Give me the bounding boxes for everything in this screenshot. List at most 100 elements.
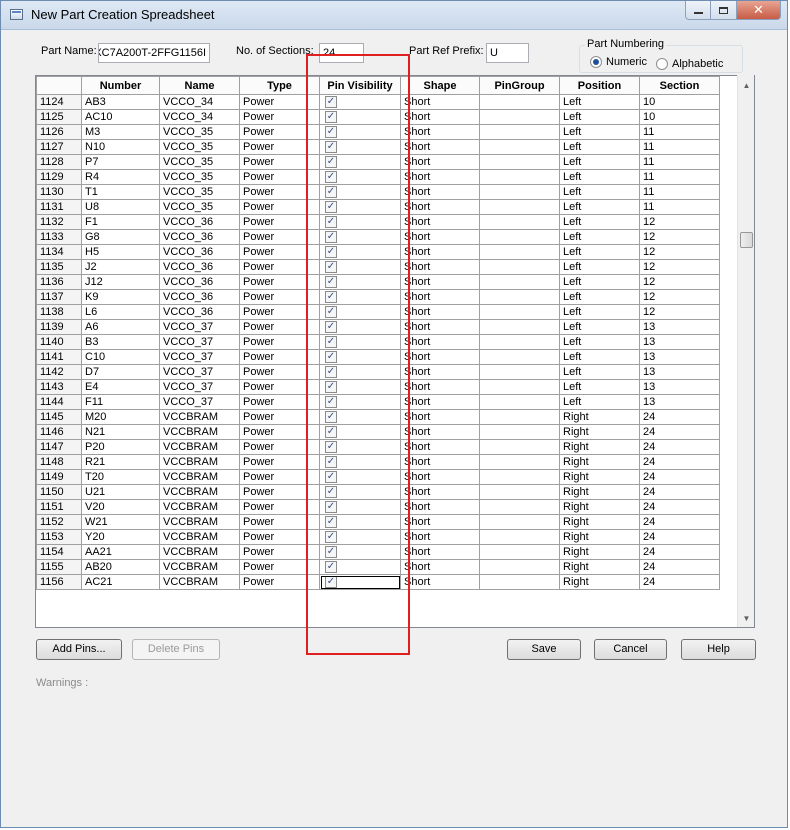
position-cell[interactable]: Left (559, 334, 640, 350)
pingroup-cell[interactable] (479, 499, 560, 515)
pingroup-cell[interactable] (479, 109, 560, 125)
prefix-input[interactable]: U (486, 43, 529, 63)
table-row[interactable]: 1127 N10 VCCO_35 Power ✓ Short Left 11 (36, 139, 720, 155)
shape-cell[interactable]: Short (400, 439, 480, 455)
type-cell[interactable]: Power (239, 304, 320, 320)
table-row[interactable]: 1137 K9 VCCO_36 Power ✓ Short Left 12 (36, 289, 720, 305)
position-cell[interactable]: Left (559, 94, 640, 110)
table-row[interactable]: 1154 AA21 VCCBRAM Power ✓ Short Right 24 (36, 544, 720, 560)
number-cell[interactable]: F1 (81, 214, 160, 230)
section-cell[interactable]: 13 (639, 364, 720, 380)
number-cell[interactable]: R4 (81, 169, 160, 185)
number-cell[interactable]: G8 (81, 229, 160, 245)
pingroup-cell[interactable] (479, 469, 560, 485)
number-cell[interactable]: AA21 (81, 544, 160, 560)
table-row[interactable]: 1141 C10 VCCO_37 Power ✓ Short Left 13 (36, 349, 720, 365)
section-cell[interactable]: 24 (639, 514, 720, 530)
section-cell[interactable]: 24 (639, 424, 720, 440)
number-cell[interactable]: U8 (81, 199, 160, 215)
table-row[interactable]: 1124 AB3 VCCO_34 Power ✓ Short Left 10 (36, 94, 720, 110)
sections-input[interactable]: 24 (319, 43, 364, 63)
section-cell[interactable]: 10 (639, 109, 720, 125)
table-row[interactable]: 1139 A6 VCCO_37 Power ✓ Short Left 13 (36, 319, 720, 335)
visibility-cell[interactable]: ✓ (319, 274, 401, 290)
visibility-cell[interactable]: ✓ (319, 364, 401, 380)
part-name-input[interactable]: XC7A200T-2FFG1156I (98, 43, 210, 63)
pingroup-cell[interactable] (479, 289, 560, 305)
name-cell[interactable]: VCCO_37 (159, 334, 240, 350)
section-cell[interactable]: 24 (639, 544, 720, 560)
col-header-pin-visibility[interactable]: Pin Visibility (319, 76, 401, 95)
table-row[interactable]: 1131 U8 VCCO_35 Power ✓ Short Left 11 (36, 199, 720, 215)
number-cell[interactable]: M3 (81, 124, 160, 140)
name-cell[interactable]: VCCO_37 (159, 364, 240, 380)
shape-cell[interactable]: Short (400, 169, 480, 185)
name-cell[interactable]: VCCO_34 (159, 109, 240, 125)
type-cell[interactable]: Power (239, 109, 320, 125)
number-cell[interactable]: N10 (81, 139, 160, 155)
name-cell[interactable]: VCCO_36 (159, 244, 240, 260)
pin-visible-checkbox[interactable]: ✓ (325, 531, 337, 544)
pin-visible-checkbox[interactable]: ✓ (325, 516, 337, 529)
section-cell[interactable]: 24 (639, 499, 720, 515)
pingroup-cell[interactable] (479, 244, 560, 260)
numeric-label[interactable]: Numeric (606, 56, 647, 68)
position-cell[interactable]: Left (559, 199, 640, 215)
shape-cell[interactable]: Short (400, 124, 480, 140)
type-cell[interactable]: Power (239, 424, 320, 440)
name-cell[interactable]: VCCBRAM (159, 514, 240, 530)
pingroup-cell[interactable] (479, 454, 560, 470)
name-cell[interactable]: VCCBRAM (159, 409, 240, 425)
delete-pins-button[interactable]: Delete Pins (132, 639, 220, 660)
pin-visible-checkbox[interactable]: ✓ (325, 156, 337, 169)
position-cell[interactable]: Right (559, 514, 640, 530)
table-row[interactable]: 1155 AB20 VCCBRAM Power ✓ Short Right 24 (36, 559, 720, 575)
pingroup-cell[interactable] (479, 574, 560, 590)
position-cell[interactable]: Left (559, 244, 640, 260)
name-cell[interactable]: VCCO_35 (159, 199, 240, 215)
pin-visible-checkbox[interactable]: ✓ (325, 576, 337, 589)
name-cell[interactable]: VCCO_36 (159, 214, 240, 230)
number-cell[interactable]: C10 (81, 349, 160, 365)
pingroup-cell[interactable] (479, 439, 560, 455)
visibility-cell[interactable]: ✓ (319, 409, 401, 425)
position-cell[interactable]: Right (559, 484, 640, 500)
table-row[interactable]: 1136 J12 VCCO_36 Power ✓ Short Left 12 (36, 274, 720, 290)
pin-visible-checkbox[interactable]: ✓ (325, 306, 337, 319)
shape-cell[interactable]: Short (400, 154, 480, 170)
pingroup-cell[interactable] (479, 154, 560, 170)
position-cell[interactable]: Left (559, 349, 640, 365)
type-cell[interactable]: Power (239, 349, 320, 365)
table-row[interactable]: 1144 F11 VCCO_37 Power ✓ Short Left 13 (36, 394, 720, 410)
type-cell[interactable]: Power (239, 124, 320, 140)
pingroup-cell[interactable] (479, 304, 560, 320)
shape-cell[interactable]: Short (400, 214, 480, 230)
shape-cell[interactable]: Short (400, 244, 480, 260)
section-cell[interactable]: 24 (639, 439, 720, 455)
section-cell[interactable]: 24 (639, 574, 720, 590)
name-cell[interactable]: VCCBRAM (159, 484, 240, 500)
name-cell[interactable]: VCCO_35 (159, 124, 240, 140)
table-row[interactable]: 1138 L6 VCCO_36 Power ✓ Short Left 12 (36, 304, 720, 320)
table-row[interactable]: 1129 R4 VCCO_35 Power ✓ Short Left 11 (36, 169, 720, 185)
table-row[interactable]: 1142 D7 VCCO_37 Power ✓ Short Left 13 (36, 364, 720, 380)
visibility-cell[interactable]: ✓ (319, 379, 401, 395)
col-header-shape[interactable]: Shape (400, 76, 480, 95)
pin-visible-checkbox[interactable]: ✓ (325, 561, 337, 574)
section-cell[interactable]: 12 (639, 289, 720, 305)
table-row[interactable]: 1140 B3 VCCO_37 Power ✓ Short Left 13 (36, 334, 720, 350)
pingroup-cell[interactable] (479, 214, 560, 230)
position-cell[interactable]: Left (559, 274, 640, 290)
section-cell[interactable]: 24 (639, 409, 720, 425)
pingroup-cell[interactable] (479, 229, 560, 245)
section-cell[interactable]: 12 (639, 259, 720, 275)
section-cell[interactable]: 13 (639, 319, 720, 335)
pin-visible-checkbox[interactable]: ✓ (325, 201, 337, 214)
pingroup-cell[interactable] (479, 169, 560, 185)
pin-visible-checkbox[interactable]: ✓ (325, 231, 337, 244)
table-row[interactable]: 1147 P20 VCCBRAM Power ✓ Short Right 24 (36, 439, 720, 455)
visibility-cell[interactable]: ✓ (319, 514, 401, 530)
name-cell[interactable]: VCCO_35 (159, 139, 240, 155)
position-cell[interactable]: Right (559, 529, 640, 545)
table-row[interactable]: 1132 F1 VCCO_36 Power ✓ Short Left 12 (36, 214, 720, 230)
